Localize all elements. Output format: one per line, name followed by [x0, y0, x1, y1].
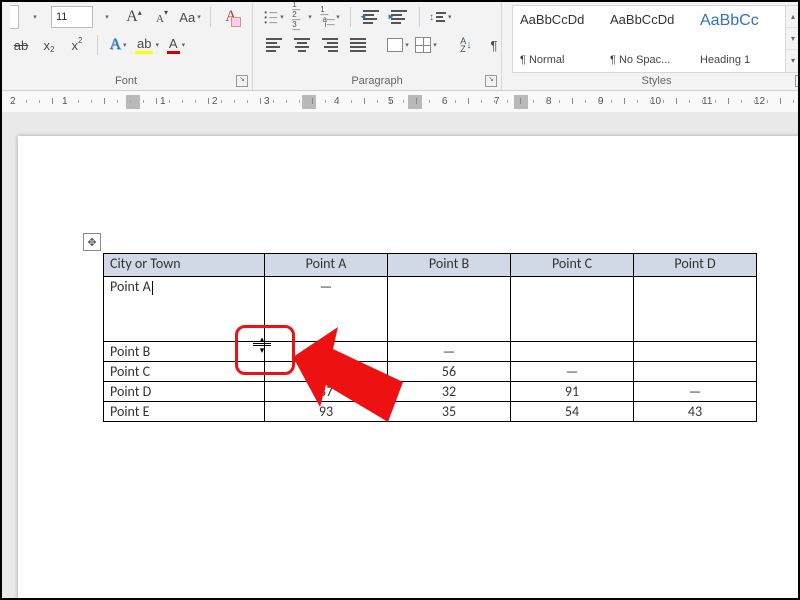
multilevel-list-button[interactable]: 1 ― a― i―	[319, 6, 341, 28]
align-center-button[interactable]	[291, 34, 313, 56]
table-row: Point A—	[104, 277, 757, 342]
group-paragraph-label: Paragraph↘	[263, 73, 491, 90]
table-cell-value[interactable]	[634, 362, 757, 382]
table-cell-name[interactable]: Point A	[104, 277, 265, 342]
table-cell-value[interactable]: 56	[388, 362, 511, 382]
align-left-button[interactable]	[263, 34, 285, 56]
increase-font-button[interactable]: A▴	[123, 6, 145, 28]
table-header-cell[interactable]: City or Town	[104, 254, 265, 277]
paragraph-dialog-launcher[interactable]: ↘	[485, 75, 497, 87]
decrease-indent-button[interactable]: ◄	[360, 6, 382, 28]
styles-gallery-scroll[interactable]: ▴ ▾ ▾	[786, 5, 800, 73]
font-name-combo-edge[interactable]	[10, 5, 19, 29]
subscript-button[interactable]: x2	[38, 34, 60, 56]
style-item-no-spacing[interactable]: AaBbCcDd ¶ No Spac...	[605, 8, 693, 70]
superscript-button[interactable]: x2	[66, 34, 88, 56]
style-item-heading1[interactable]: AaBbCc Heading 1	[695, 8, 783, 70]
font-size-value: 11	[56, 11, 67, 23]
table-cell-name[interactable]: Point D	[104, 382, 265, 402]
borders-button[interactable]	[415, 34, 437, 56]
table-cell-value[interactable]: 91	[511, 382, 634, 402]
document-area: ✥ City or Town Point A Point B Point C P…	[0, 112, 800, 600]
change-case-button[interactable]: Aa	[179, 6, 201, 28]
styles-dialog-launcher[interactable]: ↘	[795, 75, 800, 87]
font-size-dropdown[interactable]	[95, 6, 117, 28]
shading-button[interactable]	[387, 34, 409, 56]
style-name: ¶ No Spac...	[610, 54, 688, 66]
table-cell-value[interactable]: 43	[634, 402, 757, 422]
table-header-cell[interactable]: Point B	[388, 254, 511, 277]
table-cell-value[interactable]: 54	[511, 402, 634, 422]
group-styles-label: Styles↘	[512, 73, 800, 90]
document-page[interactable]: ✥ City or Town Point A Point B Point C P…	[18, 136, 800, 600]
table-header-row: City or Town Point A Point B Point C Poi…	[104, 254, 757, 277]
table-cell-value[interactable]: 93	[265, 402, 388, 422]
align-right-button[interactable]	[319, 34, 341, 56]
table-wrapper: ✥ City or Town Point A Point B Point C P…	[103, 253, 757, 422]
bullets-button[interactable]: • ―• ―• ―	[263, 6, 285, 28]
group-paragraph: • ―• ―• ― 1 ―2 ―3 ― 1 ― a― i― ◄ ► ↕ AZ↓	[253, 0, 502, 90]
table-cell-value[interactable]	[634, 277, 757, 342]
increase-indent-button[interactable]: ►	[388, 6, 410, 28]
highlight-button[interactable]: ab	[135, 34, 159, 56]
table-cell-name[interactable]: Point B	[104, 342, 265, 362]
table-cell-value[interactable]: —	[265, 277, 388, 342]
style-preview: AaBbCcDd	[520, 12, 598, 27]
gallery-scroll-up[interactable]: ▴	[786, 6, 800, 28]
table-cell-value[interactable]: 32	[388, 382, 511, 402]
table-row: Point E93355443	[104, 402, 757, 422]
text-effects-button[interactable]: A	[107, 34, 129, 56]
line-spacing-button[interactable]: ↕	[429, 6, 452, 28]
decrease-font-button[interactable]: A▾	[151, 6, 173, 28]
table-cell-value[interactable]	[511, 277, 634, 342]
align-justify-button[interactable]	[347, 34, 369, 56]
style-item-normal[interactable]: AaBbCcDd ¶ Normal	[515, 8, 603, 70]
gallery-scroll-more[interactable]: ▾	[786, 50, 800, 71]
strikethrough-button[interactable]: ab	[10, 34, 32, 56]
move-handle-icon: ✥	[87, 236, 96, 249]
font-size-combo[interactable]: 11	[51, 6, 93, 28]
table-row: Point D373291—	[104, 382, 757, 402]
table-cell-value[interactable]: 87	[265, 342, 388, 362]
table-cell-value[interactable]	[388, 277, 511, 342]
gallery-scroll-down[interactable]: ▾	[786, 28, 800, 50]
table-cell-name[interactable]: Point E	[104, 402, 265, 422]
table-cell-value[interactable]: —	[634, 382, 757, 402]
table-row: Point B87—	[104, 342, 757, 362]
document-table[interactable]: City or Town Point A Point B Point C Poi…	[103, 253, 757, 422]
font-color-button[interactable]: A	[165, 34, 187, 56]
table-move-handle[interactable]: ✥	[83, 233, 101, 251]
table-cell-value[interactable]: 37	[265, 382, 388, 402]
table-cell-value[interactable]: 35	[388, 402, 511, 422]
font-name-dropdown[interactable]	[23, 6, 45, 28]
numbering-button[interactable]: 1 ―2 ―3 ―	[291, 6, 313, 28]
style-preview: AaBbCc	[700, 12, 778, 30]
table-header-cell[interactable]: Point C	[511, 254, 634, 277]
table-cell-value[interactable]: 64	[265, 362, 388, 382]
table-header-cell[interactable]: Point D	[634, 254, 757, 277]
ribbon: 11 A▴ A▾ Aa A ab x2 x2 A ab A Font↘	[0, 0, 800, 91]
table-cell-value[interactable]	[511, 342, 634, 362]
table-cell-name[interactable]: Point C	[104, 362, 265, 382]
style-name: ¶ Normal	[520, 54, 598, 66]
table-header-cell[interactable]: Point A	[265, 254, 388, 277]
table-row: Point C6456—	[104, 362, 757, 382]
style-preview: AaBbCcDd	[610, 12, 688, 27]
table-cell-value[interactable]: —	[388, 342, 511, 362]
style-name: Heading 1	[700, 54, 778, 66]
group-font: 11 A▴ A▾ Aa A ab x2 x2 A ab A Font↘	[0, 0, 253, 90]
sort-button[interactable]: AZ↓	[455, 34, 477, 56]
group-styles: AaBbCcDd ¶ Normal AaBbCcDd ¶ No Spac... …	[502, 0, 800, 90]
horizontal-ruler[interactable]: 2112345678910111213	[0, 91, 800, 114]
table-cell-value[interactable]: —	[511, 362, 634, 382]
font-dialog-launcher[interactable]: ↘	[236, 75, 248, 87]
table-cell-value[interactable]	[634, 342, 757, 362]
styles-gallery: AaBbCcDd ¶ Normal AaBbCcDd ¶ No Spac... …	[512, 5, 786, 73]
group-font-label: Font↘	[10, 73, 242, 90]
clear-formatting-button[interactable]: A	[220, 6, 242, 28]
